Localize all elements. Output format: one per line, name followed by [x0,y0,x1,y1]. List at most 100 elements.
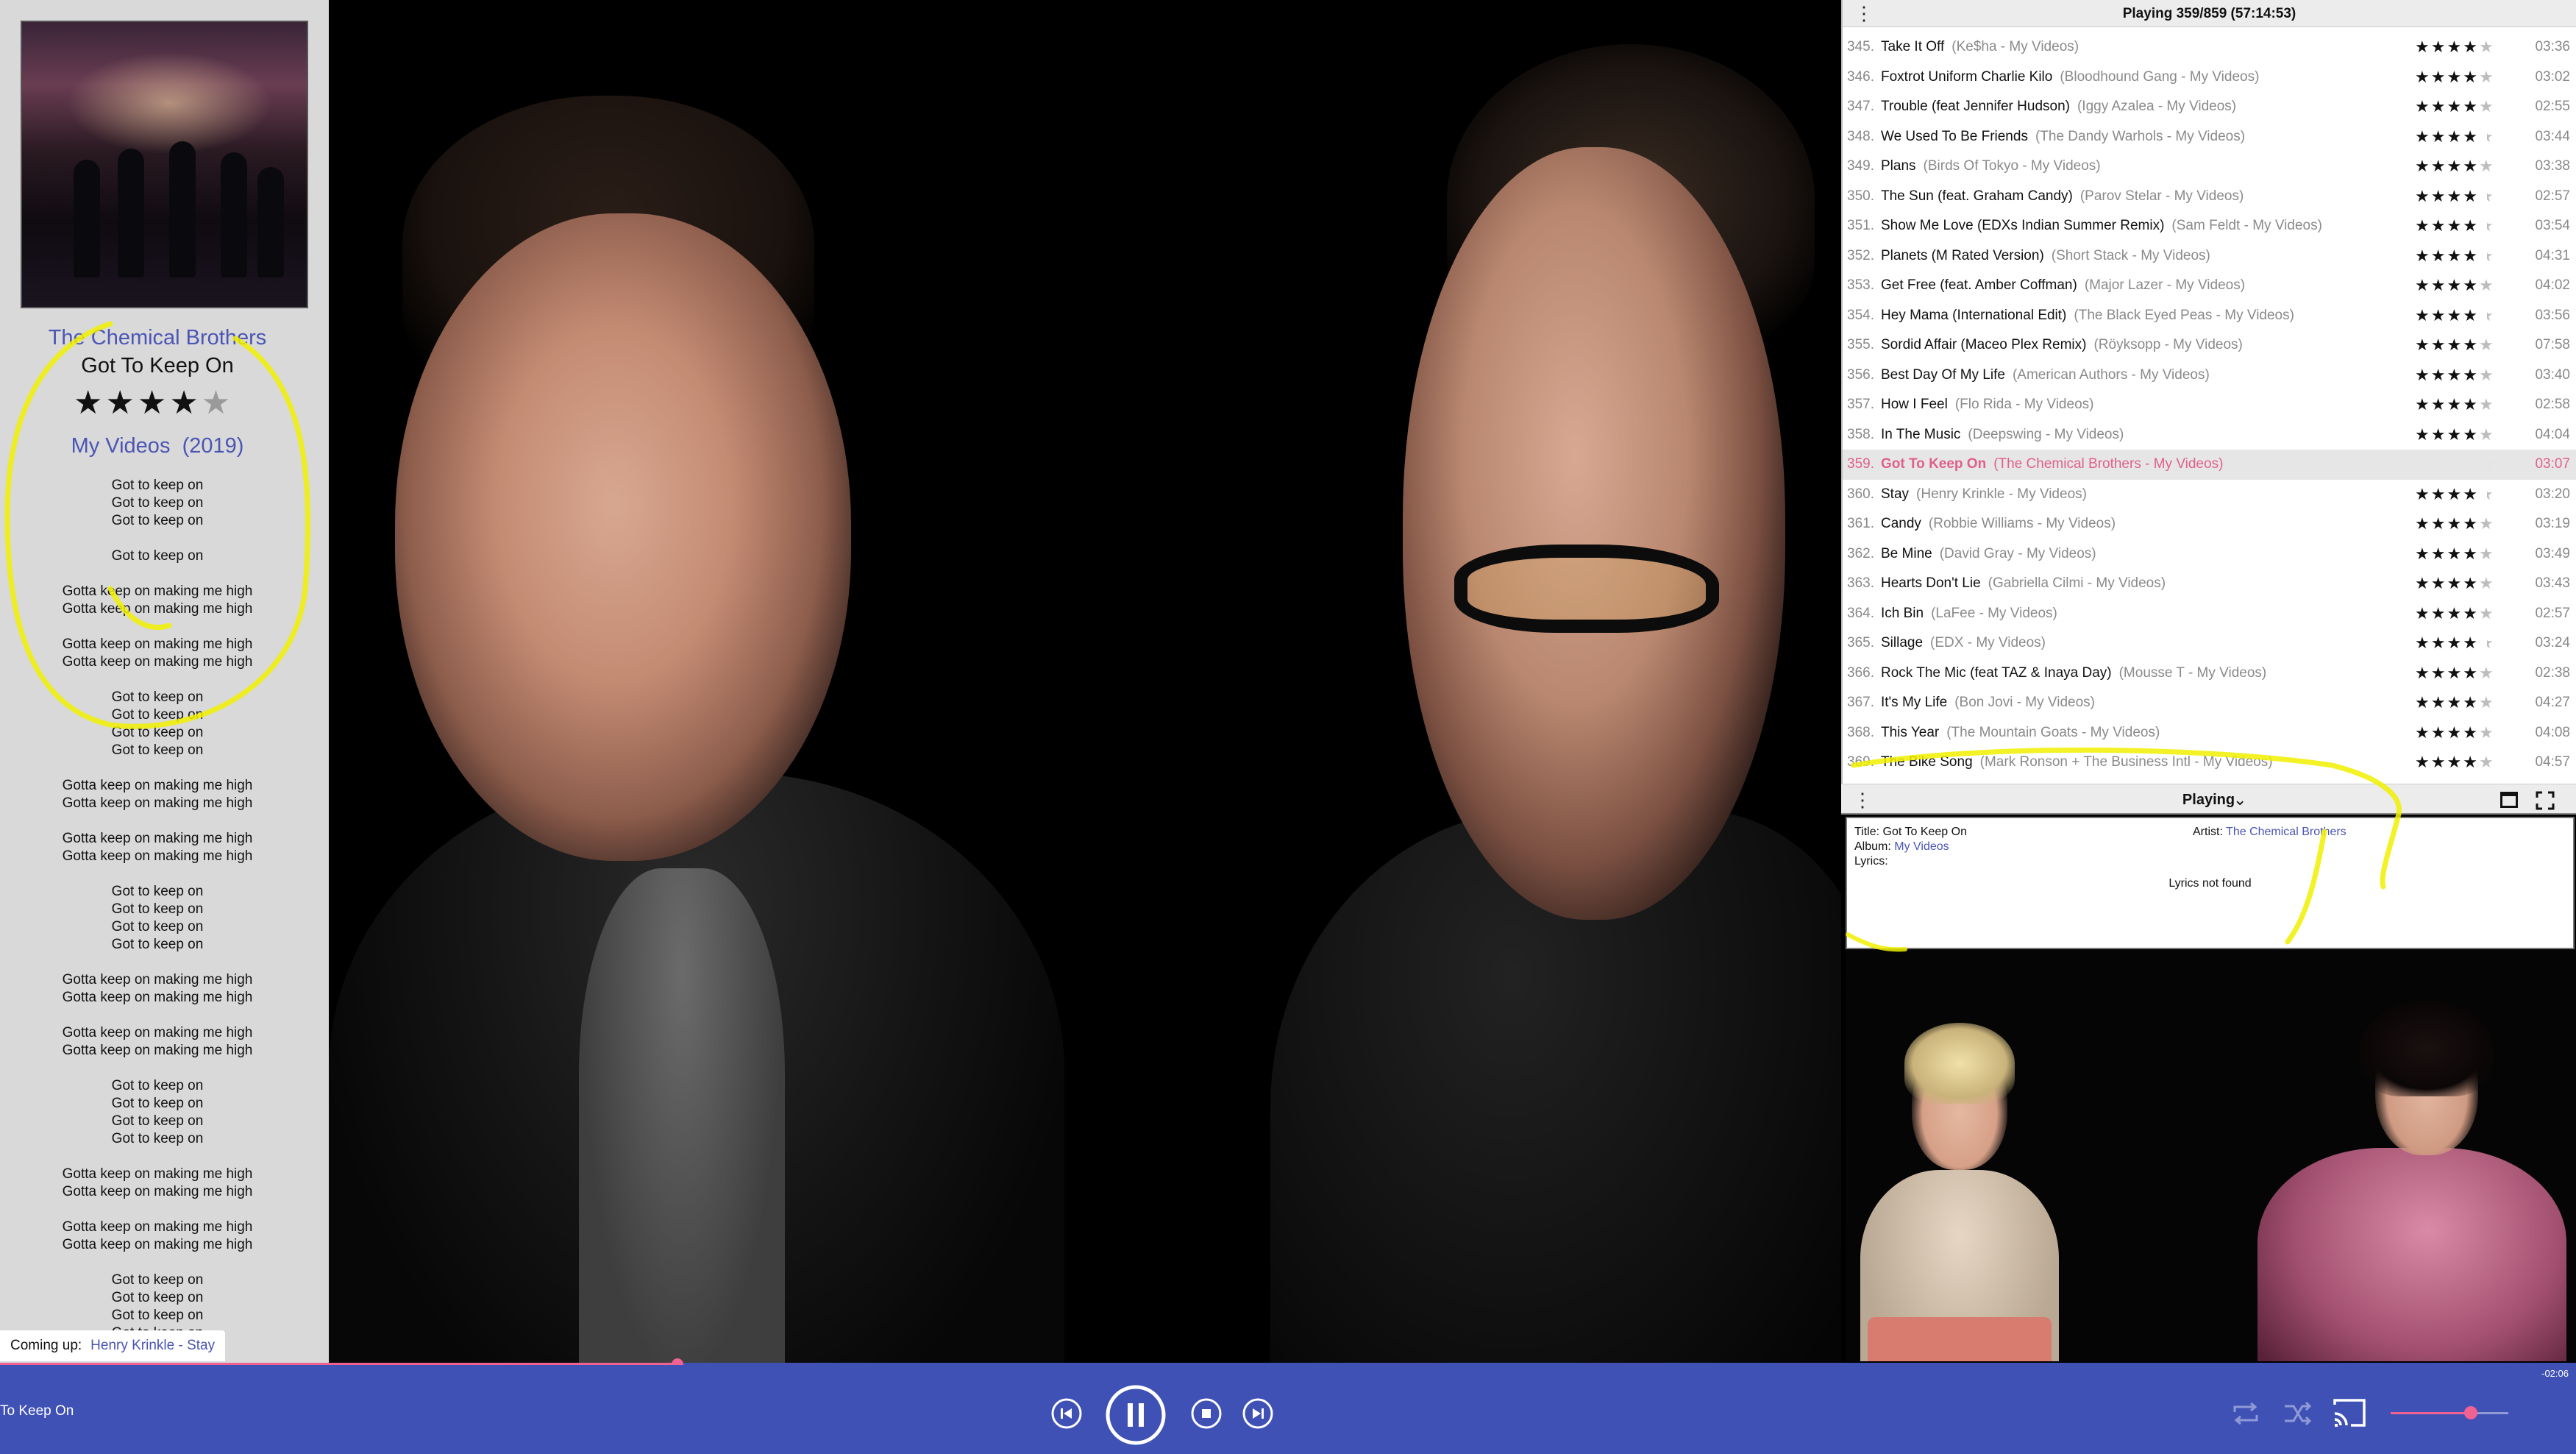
lyric-line: Gotta keep on making me high [62,1184,253,1199]
star-full-icon: ★ [2463,216,2479,235]
row-rating[interactable]: ★★★★★ [2415,628,2495,658]
row-number: 350. [1847,188,1874,204]
playlist-row[interactable]: 345. Take It Off (Ke$ha - My Videos) ★★★★★ 0… [1843,32,2576,63]
row-rating[interactable]: ★★★★★ [2415,450,2495,479]
star-full-icon: ★ [2415,693,2431,712]
cast-icon[interactable] [2330,1396,2369,1430]
previous-track-icon[interactable] [1050,1397,1083,1430]
row-rating[interactable]: ★★★★★ [2415,182,2495,211]
shuffle-icon[interactable] [2280,1397,2314,1430]
star-half-icon: ★ [2478,305,2495,325]
playlist-row[interactable]: 347. Trouble (feat Jennifer Hudson) (Iggy … [1843,92,2576,122]
row-rating[interactable]: ★★★★★ [2415,539,2495,569]
playlist-row[interactable]: 350. The Sun (feat. Graham Candy) (Parov S… [1843,182,2576,212]
star-full-icon: ★ [2430,216,2447,235]
star-full-icon: ★ [2415,753,2431,771]
playlist-row[interactable]: 348. We Used To Be Friends (The Dandy Warh… [1843,122,2576,152]
playlist-row[interactable]: 352. Planets (M Rated Version) (Short Stac… [1843,241,2576,272]
row-rating[interactable]: ★★★★★ [2415,688,2495,717]
row-title: Trouble (feat Jennifer Hudson) [1881,99,2070,114]
row-rating[interactable]: ★★★★★ [2415,92,2495,121]
playlist-row[interactable]: 360. Stay (Henry Krinkle - My Videos) ★★★★★… [1843,480,2576,510]
video-person-face [1403,147,1785,920]
row-artist-album: (Flo Rida - My Videos) [1954,397,2094,412]
app-window: The Chemical Brothers Got To Keep On ★★★… [0,0,2576,1454]
next-track-icon[interactable] [1242,1397,1274,1430]
playlist-row[interactable]: 355. Sordid Affair (Maceo Plex Remix) (Röy… [1843,330,2576,361]
star-full-icon: ★ [2430,514,2447,533]
row-rating[interactable]: ★★★★★ [2415,420,2495,450]
video-person-face [395,213,851,861]
playlist-row[interactable]: 349. Plans (Birds Of Tokyo - My Videos) ★★★… [1843,152,2576,182]
playlist-row[interactable]: 365. Sillage (EDX - My Videos) ★★★★★ 03:24 [1843,628,2576,659]
row-rating[interactable]: ★★★★★ [2415,122,2495,152]
star-full-icon: ★ [2463,455,2479,473]
volume-slider[interactable] [2391,1412,2508,1414]
view-selector-label[interactable]: Playing [1841,784,2576,815]
repeat-icon[interactable] [2229,1397,2263,1430]
video-player[interactable] [329,0,1841,1365]
coming-up-toast[interactable]: Coming up: Henry Krinkle - Stay [0,1330,226,1361]
row-rating[interactable]: ★★★★★ [2415,211,2495,241]
row-rating[interactable]: ★★★★★ [2415,509,2495,539]
playlist-row[interactable]: 361. Candy (Robbie Williams - My Videos) ★★… [1843,509,2576,539]
pause-icon[interactable] [1105,1384,1167,1446]
volume-handle[interactable] [2463,1406,2477,1419]
info-album-link[interactable]: My Videos [1894,840,1949,853]
playlist-row[interactable]: 351. Show Me Love (EDXs Indian Summer Rem… [1843,211,2576,241]
playlist-row[interactable]: 357. How I Feel (Flo Rida - My Videos) ★★★★… [1843,390,2576,420]
row-rating[interactable]: ★★★★★ [2415,330,2495,360]
playlist-row[interactable]: 354. Hey Mama (International Edit) (The Bl… [1843,301,2576,331]
row-rating[interactable]: ★★★★★ [2415,748,2495,777]
row-title-group: Planets (M Rated Version) (Short Stack - … [1881,241,2210,271]
stop-icon[interactable] [1190,1397,1223,1430]
row-rating[interactable]: ★★★★★ [2415,718,2495,748]
track-title: Got To Keep On [81,354,234,377]
info-artist-link[interactable]: The Chemical Brothers [2226,826,2346,838]
track-rating[interactable]: ★★★★★ [74,384,233,422]
album-art[interactable] [21,21,308,308]
row-title-group: Rock The Mic (feat TAZ & Inaya Day) (Mous… [1881,659,2266,688]
star-full-icon: ★ [2430,484,2447,503]
playlist-row[interactable]: 358. In The Music (Deepswing - My Videos) ★… [1843,420,2576,450]
playlist-row[interactable]: 363. Hearts Don't Lie (Gabriella Cilmi - M… [1843,569,2576,599]
playlist-row[interactable]: 367. It's My Life (Bon Jovi - My Videos) ★★… [1843,688,2576,718]
playlist-row-current[interactable]: 359. Got To Keep On (The Chemical Brothers… [1843,450,2576,480]
row-rating[interactable]: ★★★★★ [2415,32,2495,62]
album-link[interactable]: My Videos [71,434,171,458]
playlist-row[interactable]: 368. This Year (The Mountain Goats - My Vi… [1843,718,2576,748]
row-rating[interactable]: ★★★★★ [2415,271,2495,300]
row-number: 348. [1847,128,1874,144]
row-rating[interactable]: ★★★★★ [2415,659,2495,688]
row-rating[interactable]: ★★★★★ [2415,241,2495,271]
row-title-group: Get Free (feat. Amber Coffman) (Major Laz… [1881,271,2245,300]
secondary-video[interactable] [1846,949,2576,1361]
lyric-line: Got to keep on [111,937,204,952]
playlist-row[interactable]: 362. Be Mine (David Gray - My Videos) ★★★★★… [1843,539,2576,570]
chevron-down-icon[interactable]: ⌄ [2233,790,2246,809]
fullscreen-icon[interactable] [2536,791,2555,810]
artist-link[interactable]: The Chemical Brothers [0,326,315,350]
window-mode-icon[interactable] [2500,792,2518,808]
star-full-icon: ★ [2463,127,2479,146]
row-title-group: Trouble (feat Jennifer Hudson) (Iggy Azal… [1881,92,2236,121]
playlist-row[interactable]: 366. Rock The Mic (feat TAZ & Inaya Day) (… [1843,659,2576,689]
row-rating[interactable]: ★★★★★ [2415,390,2495,419]
playlist-row[interactable]: 369. The Bike Song (Mark Ronson + The Busi… [1843,748,2576,778]
playlist-row[interactable]: 356. Best Day Of My Life (American Authors… [1843,361,2576,391]
coming-up-track[interactable]: Henry Krinkle - Stay [90,1338,215,1353]
playlist-row[interactable]: 364. Ich Bin (LaFee - My Videos) ★★★★★ 02:57 [1843,599,2576,629]
row-rating[interactable]: ★★★★★ [2415,301,2495,330]
star-full-icon: ★ [2447,97,2463,116]
row-duration: 03:40 [2535,366,2570,383]
row-rating[interactable]: ★★★★★ [2415,361,2495,390]
row-title-group: It's My Life (Bon Jovi - My Videos) [1881,688,2095,717]
row-rating[interactable]: ★★★★★ [2415,480,2495,509]
playlist-row[interactable]: 353. Get Free (feat. Amber Coffman) (Major… [1843,271,2576,301]
row-rating[interactable]: ★★★★★ [2415,152,2495,181]
row-rating[interactable]: ★★★★★ [2415,569,2495,598]
row-rating[interactable]: ★★★★★ [2415,63,2495,92]
row-title-group: Take It Off (Ke$ha - My Videos) [1881,32,2079,62]
playlist-row[interactable]: 346. Foxtrot Uniform Charlie Kilo (Bloodho… [1843,63,2576,93]
row-rating[interactable]: ★★★★★ [2415,599,2495,628]
